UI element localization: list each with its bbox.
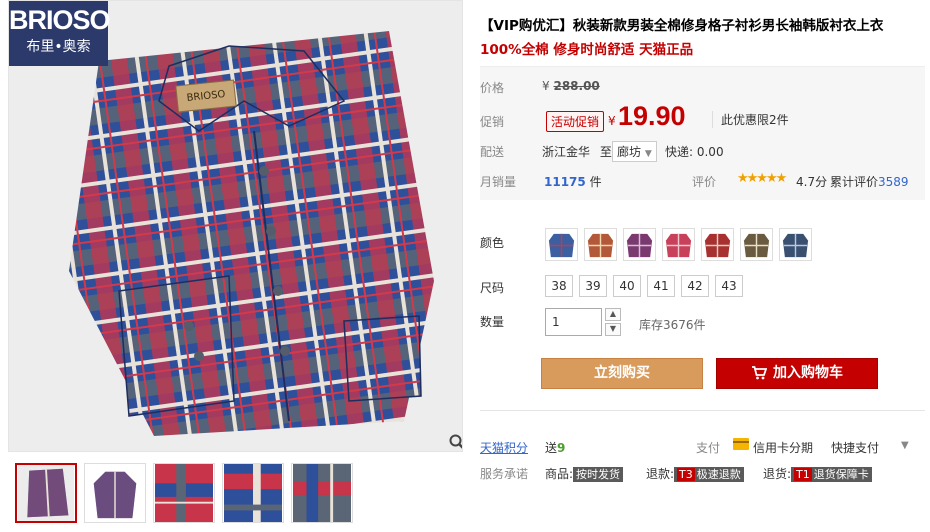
color-swatch[interactable] — [584, 228, 617, 261]
size-option[interactable]: 38 — [545, 275, 573, 297]
zoom-icon[interactable] — [448, 433, 463, 451]
monthly-sales: 11175 件 — [544, 173, 602, 190]
cart-icon — [752, 366, 767, 380]
size-options: 38 39 40 41 42 43 — [545, 275, 743, 297]
add-to-cart-label: 加入购物车 — [773, 365, 843, 381]
payment-label: 支付 — [696, 441, 721, 455]
color-swatch[interactable] — [545, 228, 578, 261]
promo-label: 促销 — [480, 115, 505, 129]
service-promise-label: 服务承诺 — [480, 467, 529, 481]
promo-tag: 活动促销 — [546, 111, 605, 132]
brand-name-en: BRIOSO — [9, 5, 111, 35]
brand-name-cn: 布里•奥索 — [26, 39, 91, 55]
shipping-to-word: 至 — [599, 145, 612, 159]
goods-prefix: 商品: — [545, 467, 574, 481]
promo-limit: 此优惠限2件 — [712, 111, 789, 128]
review-count[interactable]: 累计评价3589 — [830, 173, 909, 190]
current-price: 19.90 — [618, 101, 686, 131]
refund-tag[interactable]: T3 极速退款 — [674, 467, 744, 482]
goods-tag[interactable]: 按时发货 — [573, 467, 624, 482]
shirt-image: BRIOSO — [69, 31, 434, 436]
destination-select[interactable]: 廊坊 ▼ — [612, 141, 657, 162]
rating-value: 4.7分 — [796, 175, 828, 189]
size-option[interactable]: 39 — [579, 275, 607, 297]
thumbnail-5[interactable] — [291, 463, 353, 523]
stock-count: 库存3676件 — [639, 318, 706, 332]
goods-promise: 商品: 按时发货 — [545, 465, 624, 482]
quantity-input[interactable]: 1 — [545, 308, 602, 336]
points-value: 送9 — [545, 439, 565, 456]
buy-now-button[interactable]: 立刻购买 — [541, 358, 703, 389]
color-swatch[interactable] — [740, 228, 773, 261]
thumbnail-1[interactable] — [15, 463, 77, 523]
size-option[interactable]: 42 — [681, 275, 709, 297]
sales-unit: 件 — [589, 175, 602, 189]
shipping-from: 浙江金华 — [542, 145, 591, 159]
color-swatch[interactable] — [662, 228, 695, 261]
thumbnail-2[interactable] — [84, 463, 146, 523]
credit-card-icon — [733, 438, 749, 450]
chevron-down-icon[interactable]: ▼ — [901, 440, 909, 451]
rating-label: 评价 — [692, 175, 717, 189]
refund-prefix: 退款: — [646, 467, 675, 481]
price-box: 价格 ¥ 288.00 促销 活动促销 ¥ 19.90 此优惠限2件 配送 浙江… — [480, 66, 925, 200]
return-code: T1 — [794, 468, 812, 481]
main-product-image[interactable]: BRIOSO BRIOSO 布里•奥索 — [8, 0, 463, 452]
return-promise: 退货: T1 退货保障卡 — [763, 465, 872, 482]
size-option[interactable]: 41 — [647, 275, 675, 297]
size-label: 尺码 — [480, 281, 505, 295]
review-count-value: 3589 — [878, 175, 909, 189]
brand-logo: BRIOSO 布里•奥索 — [9, 1, 111, 66]
thumbnail-strip — [15, 463, 353, 523]
size-option[interactable]: 43 — [715, 275, 743, 297]
product-subtitle: 100%全棉 修身时尚舒适 天猫正品 — [480, 42, 694, 58]
shipping-label: 配送 — [480, 145, 505, 159]
product-title: 【VIP购优汇】秋装新款男装全棉修身格子衬衫男长袖韩版衬衣上衣 — [480, 18, 884, 34]
refund-code: T3 — [677, 468, 695, 481]
return-prefix: 退货: — [763, 467, 792, 481]
points-number: 9 — [557, 441, 566, 455]
refund-promise: 退款: T3 极速退款 — [646, 465, 744, 482]
tmall-points-link[interactable]: 天猫积分 — [480, 439, 528, 456]
sales-count: 11175 — [544, 175, 586, 189]
quantity-increment-button[interactable]: ▲ — [605, 308, 621, 321]
shipping-fee: 快递: 0.00 — [665, 145, 724, 159]
thumbnail-3[interactable] — [153, 463, 215, 523]
refund-tag-text: 极速退款 — [696, 468, 741, 481]
destination-value: 廊坊 — [617, 145, 642, 159]
color-swatch[interactable] — [779, 228, 812, 261]
installment-option[interactable]: 信用卡分期 — [753, 439, 813, 456]
color-swatch[interactable] — [701, 228, 734, 261]
current-currency: ¥ — [608, 114, 616, 128]
rating-stars-icon: ★★★★★ — [737, 171, 787, 186]
price-label: 价格 — [480, 81, 505, 95]
section-divider — [480, 410, 925, 411]
color-label: 颜色 — [480, 236, 505, 250]
return-tag[interactable]: T1 退货保障卡 — [791, 467, 872, 482]
review-prefix: 累计评价 — [830, 175, 879, 189]
thumbnail-4[interactable] — [222, 463, 284, 523]
add-to-cart-button[interactable]: 加入购物车 — [716, 358, 878, 389]
color-swatch[interactable] — [623, 228, 656, 261]
quick-pay-option[interactable]: 快捷支付 — [831, 439, 879, 456]
original-currency: ¥ — [542, 79, 550, 93]
chevron-down-icon: ▼ — [644, 149, 652, 159]
sales-label: 月销量 — [480, 175, 517, 189]
points-prefix: 送 — [545, 441, 558, 455]
color-options — [545, 228, 812, 261]
original-price: ¥ 288.00 — [542, 79, 600, 93]
quantity-label: 数量 — [480, 315, 505, 329]
original-price-value: 288.00 — [553, 79, 600, 93]
return-tag-text: 退货保障卡 — [813, 468, 869, 481]
quantity-decrement-button[interactable]: ▼ — [605, 323, 621, 336]
size-option[interactable]: 40 — [613, 275, 641, 297]
shipping-origin: 浙江金华 至 — [542, 143, 612, 160]
